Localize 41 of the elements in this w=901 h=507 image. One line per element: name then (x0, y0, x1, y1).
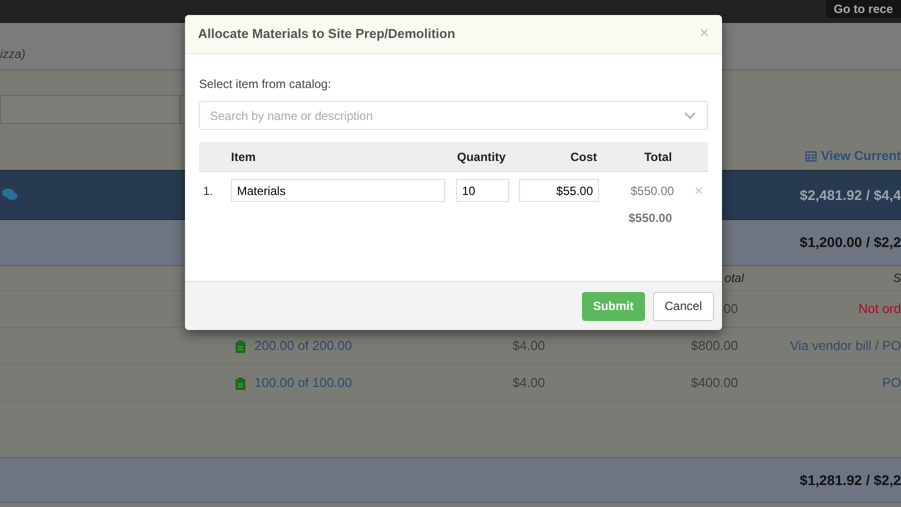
status-cell[interactable]: Via vendor bill / PO (790, 336, 901, 356)
item-field[interactable]: Materials (231, 179, 445, 202)
cost-cell: $4.00 (512, 338, 545, 354)
catalog-search-field[interactable]: Search by name or description (199, 101, 708, 130)
total-cell: 00 (724, 301, 738, 316)
column-header: Total (643, 148, 672, 166)
chat-icon (2, 188, 18, 202)
column-header: Cost (569, 148, 597, 166)
close-button[interactable]: × (700, 26, 709, 42)
column-header: Quantity (457, 148, 507, 166)
cancel-button[interactable]: Cancel (652, 292, 714, 320)
submit-button[interactable]: Submit (582, 292, 645, 320)
filter-field[interactable] (0, 95, 180, 124)
quantity-field[interactable]: 10 (456, 179, 509, 202)
dialog-title: Allocate Materials to Site Prep/Demolition (198, 25, 456, 44)
view-current-link[interactable]: View Current (805, 146, 901, 166)
row-number: 1. (202, 182, 214, 200)
line-total: $550.00 (630, 182, 674, 200)
total-cell: $800.00 (691, 338, 738, 354)
group-total: $1,200.00 / $2,2 (800, 233, 901, 252)
remove-button[interactable]: × (695, 184, 703, 197)
calendar-icon (805, 150, 818, 162)
chevron-down-icon[interactable] (684, 112, 696, 120)
status-cell[interactable]: PO (882, 373, 901, 393)
column-header: S (892, 270, 901, 287)
column-header: otal (724, 271, 744, 286)
phase-total: $2,481.92 / $4,4 (800, 186, 901, 204)
clipboard-icon (235, 376, 246, 390)
go-to-button[interactable]: Go to rece (826, 0, 901, 18)
sum-total: $550.00 (628, 210, 672, 227)
status-cell-text: Not ord (858, 300, 901, 318)
footer-total: $1,281.92 / $2,2 (800, 470, 901, 490)
page-subtitle: izza) (0, 46, 26, 63)
clipboard-icon (235, 340, 246, 352)
quantity-link[interactable]: 100.00 of 100.00 (235, 373, 352, 393)
quantity-link[interactable]: 200.00 of 200.00 (235, 336, 352, 356)
cost-cell: $4.00 (512, 375, 545, 390)
column-header: Item (231, 148, 257, 166)
total-cell: $400.00 (691, 375, 738, 390)
cost-field[interactable]: $55.00 (519, 179, 599, 202)
catalog-label: Select item from catalog: (199, 76, 332, 93)
